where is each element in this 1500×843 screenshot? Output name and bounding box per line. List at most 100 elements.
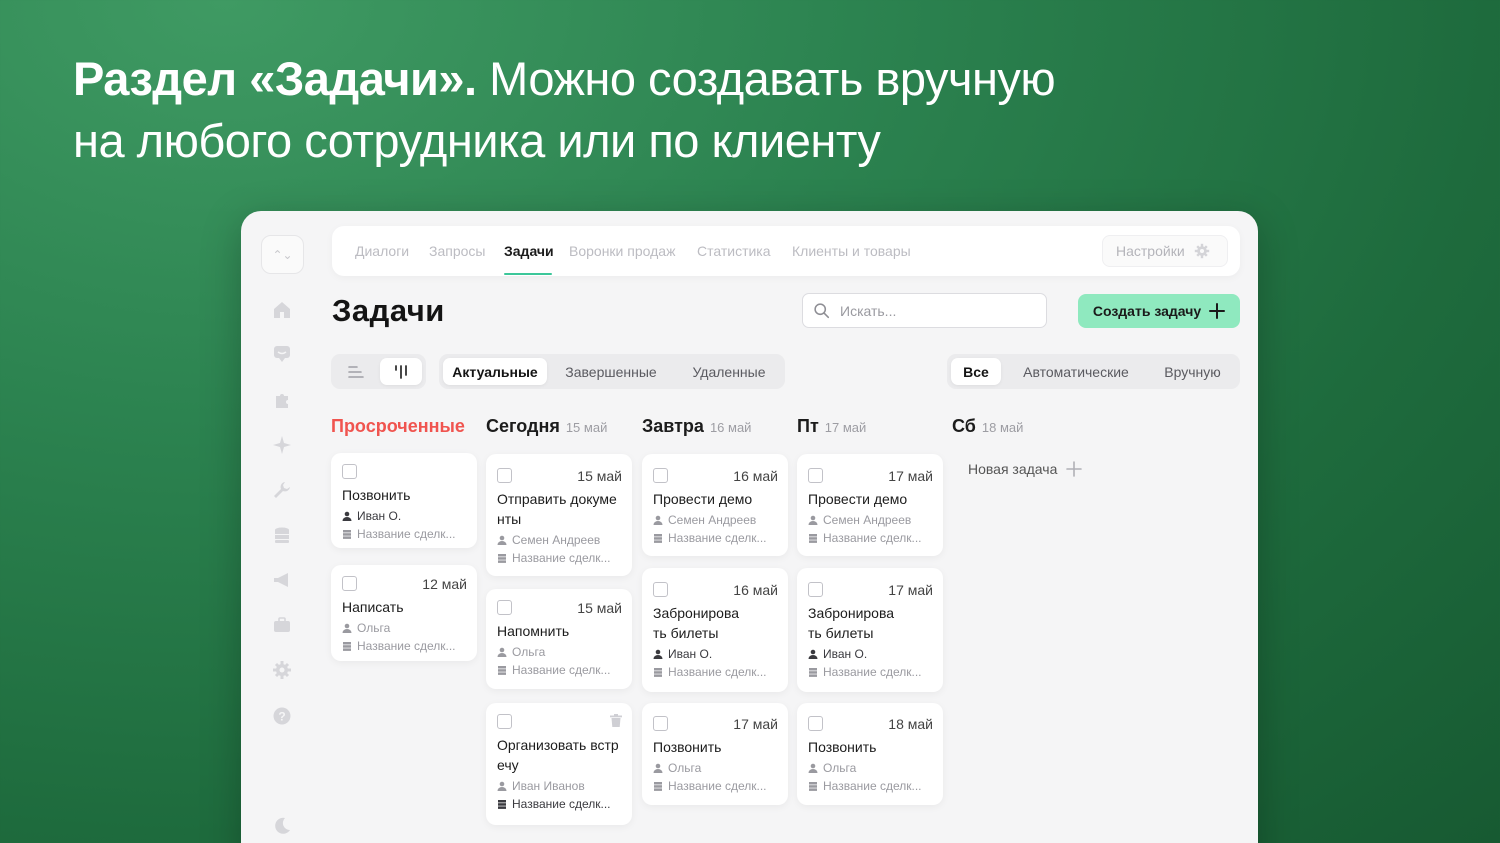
deal-icon — [498, 666, 506, 675]
assignee-name: Иван О. — [823, 647, 868, 661]
trash-icon[interactable] — [610, 714, 622, 727]
tab-dialogs[interactable]: Диалоги — [355, 243, 409, 259]
workspace-switcher[interactable]: ⌃⌄ — [261, 235, 304, 274]
chevron-up-down-icon: ⌃⌄ — [272, 247, 293, 262]
deal-icon — [343, 530, 351, 539]
gear-icon — [1194, 243, 1209, 259]
task-checkbox[interactable] — [808, 582, 823, 597]
tab-sales-funnels[interactable]: Воронки продаж — [569, 243, 675, 259]
assignee-name: Иван О. — [668, 647, 713, 661]
deal-icon — [654, 668, 662, 677]
filter-automatic[interactable]: Автоматические — [1009, 358, 1143, 385]
status-filter: Актуальные Завершенные Удаленные — [439, 354, 785, 389]
task-checkbox[interactable] — [342, 464, 357, 479]
deal-icon — [343, 642, 351, 651]
task-card[interactable]: 15 май Отправить документы Семен Андреев… — [486, 454, 632, 576]
list-view-button[interactable] — [335, 358, 376, 385]
search-box — [802, 293, 1047, 328]
help-icon[interactable]: ? — [270, 704, 294, 728]
task-title: Провести демо — [808, 491, 908, 507]
create-task-button[interactable]: Создать задачу — [1078, 294, 1240, 328]
chat-icon[interactable] — [270, 342, 294, 366]
headline-line-1: Раздел «Задачи». Можно создавать вручную — [73, 48, 1173, 110]
search-input[interactable] — [840, 302, 1030, 319]
sparkle-icon[interactable] — [270, 433, 294, 457]
settings-label: Настройки — [1116, 243, 1185, 259]
task-checkbox[interactable] — [808, 716, 823, 731]
deal-name: Название сделк... — [512, 551, 611, 565]
task-title: Позвонить — [342, 487, 411, 503]
assignee-name: Ольга — [823, 761, 857, 775]
new-task-button[interactable]: Новая задача — [968, 461, 1083, 477]
task-checkbox[interactable] — [653, 468, 668, 483]
active-tab-indicator — [504, 273, 552, 275]
column-header-tomorrow: Завтра 16 май — [642, 416, 751, 437]
settings-button[interactable]: Настройки — [1102, 235, 1228, 267]
task-assignee: Иван О. — [808, 647, 932, 661]
task-card[interactable]: Позвонить Иван О. Название сделк... — [331, 453, 477, 548]
task-checkbox[interactable] — [653, 716, 668, 731]
task-card[interactable]: 17 май Забронировать билеты Иван О. Назв… — [797, 568, 943, 692]
filter-actual[interactable]: Актуальные — [443, 358, 547, 385]
headline-line1-rest: Можно создавать вручную — [476, 52, 1056, 105]
task-checkbox[interactable] — [653, 582, 668, 597]
coins-icon[interactable] — [270, 523, 294, 547]
task-card[interactable]: 15 май Напомнить Ольга Название сделк... — [486, 589, 632, 689]
assignee-name: Семен Андреев — [668, 513, 757, 527]
plus-icon — [1066, 461, 1083, 477]
column-name: Сегодня — [486, 416, 560, 436]
task-title: Напомнить — [497, 623, 570, 639]
person-icon — [653, 649, 663, 659]
task-checkbox[interactable] — [342, 576, 357, 591]
deal-icon — [498, 554, 506, 563]
filter-manual[interactable]: Вручную — [1151, 358, 1234, 385]
tab-statistics[interactable]: Статистика — [697, 243, 771, 259]
task-checkbox[interactable] — [497, 468, 512, 483]
deal-name: Название сделк... — [823, 665, 922, 679]
task-deal: Название сделк... — [653, 531, 777, 545]
task-assignee: Ольга — [342, 621, 466, 635]
task-card[interactable]: Организовать встречу Иван Иванов Названи… — [486, 703, 632, 825]
person-icon — [342, 623, 352, 633]
wrench-icon[interactable] — [270, 478, 294, 502]
megaphone-icon[interactable] — [270, 568, 294, 592]
task-deal: Название сделк... — [342, 527, 466, 541]
task-deal: Название сделк... — [497, 797, 621, 811]
filter-all[interactable]: Все — [951, 358, 1001, 385]
svg-text:?: ? — [278, 710, 285, 724]
tab-requests[interactable]: Запросы — [429, 243, 485, 259]
task-card[interactable]: 18 май Позвонить Ольга Название сделк... — [797, 703, 943, 805]
deal-name: Название сделк... — [512, 797, 611, 811]
task-checkbox[interactable] — [808, 468, 823, 483]
home-icon[interactable] — [270, 298, 294, 322]
plus-icon — [1209, 303, 1226, 319]
task-date: 17 май — [733, 716, 778, 732]
tab-tasks[interactable]: Задачи — [504, 243, 554, 259]
filter-deleted[interactable]: Удаленные — [677, 358, 781, 385]
task-card[interactable]: 17 май Позвонить Ольга Название сделк... — [642, 703, 788, 805]
deal-icon — [809, 668, 817, 677]
sidebar: ⌃⌄ ? — [241, 211, 323, 843]
tab-clients-products[interactable]: Клиенты и товары — [792, 243, 911, 259]
deal-name: Название сделк... — [668, 665, 767, 679]
puzzle-icon[interactable] — [270, 388, 294, 412]
task-card[interactable]: 12 май Написать Ольга Название сделк... — [331, 565, 477, 661]
deal-icon — [498, 800, 506, 809]
task-date: 17 май — [888, 468, 933, 484]
assignee-name: Ольга — [668, 761, 702, 775]
task-deal: Название сделк... — [653, 665, 777, 679]
filter-completed[interactable]: Завершенные — [553, 358, 669, 385]
task-card[interactable]: 16 май Провести демо Семен Андреев Назва… — [642, 454, 788, 556]
task-checkbox[interactable] — [497, 600, 512, 615]
task-card[interactable]: 17 май Провести демо Семен Андреев Назва… — [797, 454, 943, 556]
gear-icon[interactable] — [270, 658, 294, 682]
assignee-name: Ольга — [512, 645, 546, 659]
task-checkbox[interactable] — [497, 714, 512, 729]
board-view-button[interactable] — [380, 358, 422, 385]
task-deal: Название сделк... — [808, 665, 932, 679]
briefcase-icon[interactable] — [270, 613, 294, 637]
moon-icon[interactable] — [270, 814, 294, 838]
task-title: Провести демо — [653, 491, 753, 507]
task-deal: Название сделк... — [808, 779, 932, 793]
task-card[interactable]: 16 май Забронировать билеты Иван О. Назв… — [642, 568, 788, 692]
